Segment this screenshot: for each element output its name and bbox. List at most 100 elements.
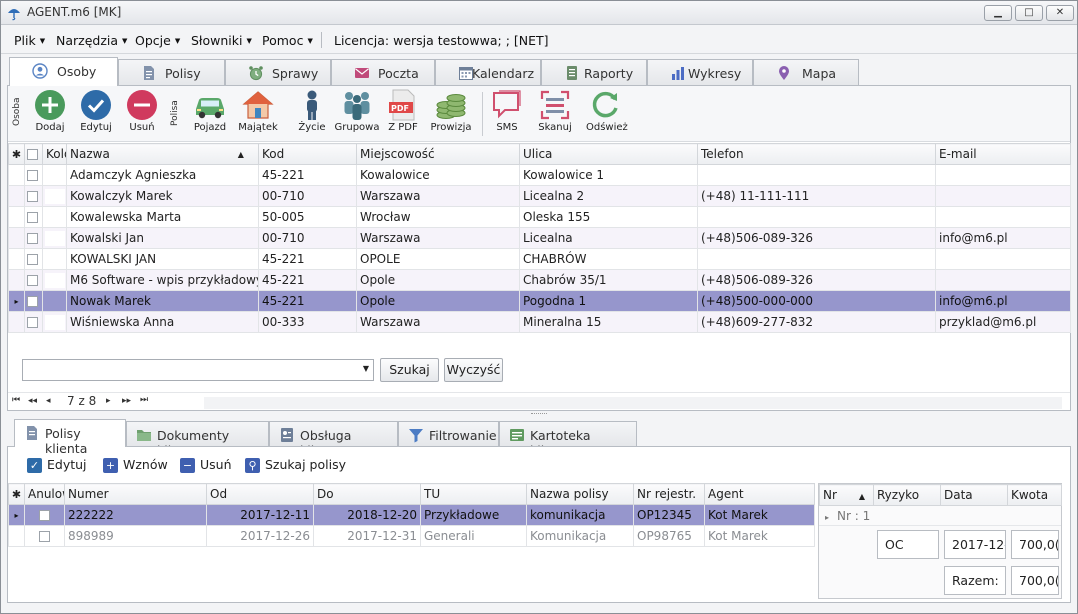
tab-sprawy[interactable]: Sprawy [225,59,331,85]
life-policy-button[interactable]: Życie [290,89,334,133]
checkbox[interactable] [27,254,38,265]
checkbox[interactable] [27,317,38,328]
sms-button[interactable]: SMS [490,89,524,133]
checkbox[interactable] [39,510,50,521]
header-numer[interactable]: Numer [64,483,207,505]
header-select-all[interactable] [24,143,43,165]
risk-group-row[interactable]: ▸ Nr : 1 [819,506,1061,526]
menu-plik[interactable]: Plik ▼ [14,33,45,48]
table-row[interactable]: Kowalewska Marta 50-005 Wrocław Oleska 155 [8,206,1071,228]
policy-renew-button[interactable]: + Wznów [103,457,168,473]
table-row[interactable]: KOWALSKI JAN 45-221 OPOLE CHABRÓW [8,248,1071,270]
close-button[interactable]: ✕ [1046,5,1074,21]
menu-pomoc[interactable]: Pomoc ▼ [262,33,313,48]
vehicle-policy-button[interactable]: Pojazd [188,89,232,133]
checkbox[interactable] [27,212,38,223]
commission-button[interactable]: Prowizja [430,89,472,133]
checkbox[interactable] [27,275,38,286]
header-nazwa-polisy[interactable]: Nazwa polisy [526,483,634,505]
row-checkbox-cell[interactable] [24,227,43,249]
header-kod[interactable]: Kod [258,143,357,165]
policy-delete-button[interactable]: − Usuń [180,457,232,473]
header-ulica[interactable]: Ulica [519,143,698,165]
table-row[interactable]: Kowalczyk Marek 00-710 Warszawa Licealna 2(… [8,185,1071,207]
tab-dokumenty-klienta[interactable]: Dokumenty klienta [126,421,269,458]
header-nazwa[interactable]: Nazwa ▲ [66,143,259,165]
minimize-button[interactable]: ▁ [984,5,1012,21]
tab-poczta[interactable]: Poczta [331,59,435,85]
header-nr-rejestr[interactable]: Nr rejestr. [633,483,705,505]
header-kolor[interactable]: Kolor [42,143,67,165]
tab-polisy-klienta[interactable]: Polisy klienta [14,419,126,456]
checkbox[interactable] [27,296,38,307]
clear-button[interactable]: Wyczyść [444,358,503,382]
checkbox[interactable] [39,531,50,542]
menu-opcje[interactable]: Opcje ▼ [135,33,180,48]
table-row[interactable]: Wiśniewska Anna 00-333 Warszawa Mineralna 1… [8,311,1071,333]
header-kwota[interactable]: Kwota [1007,484,1062,506]
search-input[interactable]: ▼ [22,359,374,381]
tab-filtrowanie[interactable]: Filtrowanie [398,421,499,446]
tab-wykresy[interactable]: Wykresy [647,59,753,85]
delete-button[interactable]: Usuń [122,89,162,133]
next-page-icon[interactable]: ▸▸ [122,396,131,406]
panel-splitter[interactable] [531,413,547,416]
tab-obsluga-klienta[interactable]: Obsługa klienta [269,421,398,458]
table-row[interactable]: 898989 2017-12-26 2017-12-31 Generali Komuni… [8,525,815,547]
header-anulowana[interactable]: Anulowana [24,483,65,505]
prev-page-icon[interactable]: ◂◂ [28,396,37,406]
maximize-button[interactable]: □ [1015,5,1043,21]
checkbox[interactable] [27,191,38,202]
row-checkbox-cell[interactable] [24,164,43,186]
header-ryzyko[interactable]: Ryzyko [873,484,941,506]
tab-osoby[interactable]: Osoby [9,57,118,86]
group-policy-button[interactable]: Grupowa [334,89,380,133]
table-row[interactable]: ▸ 222222 2017-12-11 2018-12-20 Przykładowe ko… [8,504,815,526]
row-checkbox-cell[interactable] [24,290,43,312]
edit-button[interactable]: Edytuj [76,89,116,133]
horizontal-scrollbar[interactable] [204,397,1062,409]
checkbox[interactable] [27,233,38,244]
header-agent[interactable]: Agent [704,483,815,505]
row-checkbox-cell[interactable] [24,269,43,291]
row-checkbox-cell[interactable] [24,311,43,333]
header-od[interactable]: Od [206,483,314,505]
prev-record-icon[interactable]: ◂ [46,396,51,406]
table-row[interactable]: M6 Software - wpis przykładowy 45-221 Opol… [8,269,1071,291]
row-checkbox-cell[interactable] [24,185,43,207]
property-policy-button[interactable]: Majątek [236,89,280,133]
table-row[interactable]: Adamczyk Agnieszka 45-221 Kowalowice Kowalo… [8,164,1071,186]
header-data[interactable]: Data [940,484,1008,506]
header-telefon[interactable]: Telefon [697,143,936,165]
tab-raporty[interactable]: Raporty [541,59,647,85]
header-miejscowosc[interactable]: Miejscowość [356,143,520,165]
row-checkbox-cell[interactable] [24,248,43,270]
add-button[interactable]: Dodaj [30,89,70,133]
menu-slowniki[interactable]: Słowniki ▼ [191,33,252,48]
menu-narzedzia[interactable]: Narzędzia ▼ [56,33,127,48]
tab-kalendarz[interactable]: Kalendarz [435,59,541,85]
expand-icon[interactable]: ▸ [825,513,829,522]
chevron-down-icon[interactable]: ▼ [363,364,369,373]
tab-kartoteka-klienta[interactable]: Kartoteka klienta [499,421,637,458]
first-record-icon[interactable]: ⏮ [12,395,20,405]
table-row[interactable]: ▸ Nowak Marek 45-221 Opole Pogodna 1 (+48)500… [8,290,1071,312]
import-pdf-button[interactable]: PDF Z PDF [386,89,420,133]
last-record-icon[interactable]: ⏭ [140,395,148,405]
tab-polisy[interactable]: Polisy [118,59,225,85]
row-checkbox-cell[interactable] [24,206,43,228]
checkbox[interactable] [27,170,38,181]
header-do[interactable]: Do [313,483,421,505]
next-record-icon[interactable]: ▸ [106,396,111,406]
checkbox[interactable] [27,149,38,160]
search-button[interactable]: Szukaj [380,358,439,382]
cancelled-checkbox-cell[interactable] [24,504,65,526]
tab-mapa[interactable]: Mapa [753,59,859,85]
refresh-button[interactable]: Odśwież [586,89,628,133]
cancelled-checkbox-cell[interactable] [24,525,65,547]
header-email[interactable]: E-mail [935,143,1071,165]
header-nr[interactable]: Nr ▲ [819,484,874,506]
policy-edit-button[interactable]: ✓ Edytuj [27,457,87,473]
header-tu[interactable]: TU [420,483,527,505]
table-row[interactable]: Kowalski Jan 00-710 Warszawa Licealna (+48)5… [8,227,1071,249]
